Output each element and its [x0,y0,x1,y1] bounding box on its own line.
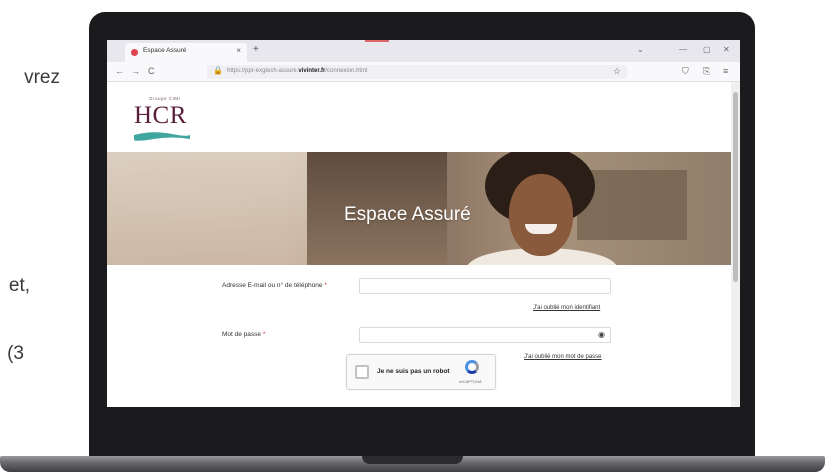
hcr-logo[interactable]: Groupe CIMI HCR [134,92,194,141]
scrollbar-thumb[interactable] [733,92,738,282]
laptop-notch [362,456,463,464]
document-text-fragment: et, [8,275,30,296]
browser-tab-bar: Espace Assuré × + ⌄ — ▢ ✕ [107,40,740,62]
forgot-password-link[interactable]: J'ai oublié mon mot de passe [524,354,602,360]
page-scrollbar[interactable] [731,82,740,407]
laptop-screen: Espace Assuré × + ⌄ — ▢ ✕ ← → C 🔒 https:… [107,40,740,407]
extensions-icon[interactable]: ⎘ [703,66,710,77]
identifier-input[interactable] [359,278,611,294]
lock-icon: 🔒 [213,66,223,75]
recaptcha-checkbox[interactable] [355,365,369,379]
menu-icon[interactable]: ≡ [723,66,728,76]
star-icon[interactable]: ☆ [613,66,621,77]
document-text-fragment: vrez [24,67,60,88]
document-text-fragment: (3 [7,343,24,364]
logo-text: HCR [134,102,187,129]
logo-tagline: Groupe CIMI [149,96,181,101]
recaptcha-widget: Je ne suis pas un robot reCAPTCHA [346,354,496,390]
hero-title: Espace Assuré [344,204,471,225]
recaptcha-brand: reCAPTCHA [459,379,482,384]
browser-nav-bar: ← → C 🔒 https://ppr-exgtech-assure.vivin… [107,62,740,82]
minimize-button[interactable]: — [679,45,687,54]
login-form: Adresse E-mail ou n° de téléphone * J'ai… [119,265,719,407]
laptop-base [0,456,825,472]
address-bar[interactable]: 🔒 https://ppr-exgtech-assure.vivinter.fr… [207,65,627,79]
page-content: Groupe CIMI HCR Espace Assuré Adresse E-… [107,82,731,407]
identifier-label: Adresse E-mail ou n° de téléphone * [222,282,327,289]
forward-button[interactable]: → [131,66,140,76]
tab-close-button[interactable]: × [236,46,241,55]
recaptcha-label: Je ne suis pas un robot [377,368,450,375]
hero-person-image [509,174,573,256]
maximize-button[interactable]: ▢ [703,45,711,54]
forgot-identifier-link[interactable]: J'ai oublié mon identifiant [533,305,600,311]
recaptcha-icon [465,360,479,374]
logo-swoosh [134,132,191,141]
password-input[interactable]: ◉ [359,327,611,343]
shield-icon[interactable]: ⛉ [682,66,689,77]
url-text: https://ppr-exgtech-assure.vivinter.fr/c… [227,68,368,74]
browser-tab-espace-assure[interactable]: Espace Assuré × [125,43,247,62]
new-tab-button[interactable]: + [253,44,259,55]
hero-banner: Espace Assuré [107,152,731,265]
tab-list-button[interactable]: ⌄ [637,45,644,54]
reload-button[interactable]: C [148,66,155,76]
tab-title: Espace Assuré [143,47,187,54]
tab-bar-accent [365,40,389,42]
eye-icon[interactable]: ◉ [598,330,605,339]
close-window-button[interactable]: ✕ [723,45,730,54]
favicon-icon [131,49,138,56]
password-label: Mot de passe * [222,331,266,338]
back-button[interactable]: ← [115,66,124,76]
